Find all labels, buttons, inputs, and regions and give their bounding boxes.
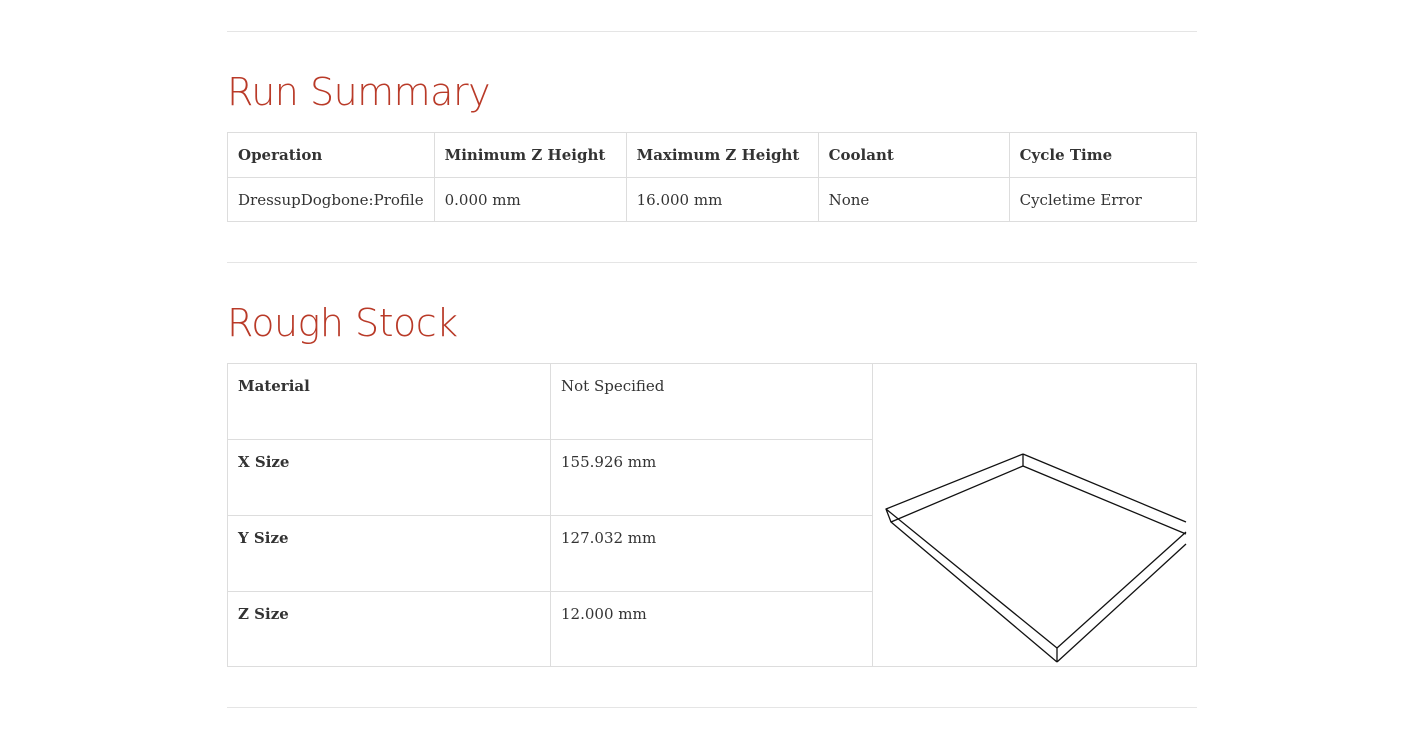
header-coolant: Coolant (817, 132, 1010, 178)
value-x-size: 155.926 mm (550, 439, 873, 516)
label-z-size: Z Size (227, 591, 551, 667)
header-cycle-time: Cycle Time (1008, 132, 1198, 178)
rough-stock-table: Material Not Specified X Size 155.926 mm… (227, 363, 1197, 667)
stock-top-left-edges (885, 453, 1058, 649)
cell-coolant: None (817, 177, 1010, 222)
header-operation: Operation (227, 132, 435, 178)
label-material: Material (227, 363, 551, 440)
value-y-size: 127.032 mm (550, 515, 873, 592)
label-x-size: X Size (227, 439, 551, 516)
stock-bottom-front-edge (1056, 543, 1187, 663)
table-row: DressupDogbone:Profile 0.000 mm 16.000 m… (227, 177, 1198, 222)
cell-max-z: 16.000 mm (625, 177, 819, 222)
table-header-row: Operation Minimum Z Height Maximum Z Hei… (227, 132, 1198, 178)
cell-min-z: 0.000 mm (433, 177, 627, 222)
stock-top-back-edge (1022, 453, 1187, 523)
cell-operation: DressupDogbone:Profile (227, 177, 435, 222)
stock-wireframe-image (885, 453, 1187, 663)
stock-image-cell (872, 363, 1197, 667)
divider-middle (227, 262, 1197, 263)
stock-bottom-back-edge (1022, 465, 1187, 535)
divider-bottom (227, 707, 1197, 708)
stock-top-front-edge (1056, 531, 1187, 649)
divider-top (227, 31, 1197, 32)
rough-stock-heading: Rough Stock (227, 301, 458, 345)
cell-cycle-time: Cycletime Error (1008, 177, 1198, 222)
header-min-z: Minimum Z Height (433, 132, 627, 178)
run-summary-heading: Run Summary (227, 70, 491, 114)
table-row: Material Not Specified (227, 363, 1197, 667)
stock-bottom-left-edges (890, 465, 1058, 663)
header-max-z: Maximum Z Height (625, 132, 819, 178)
value-z-size: 12.000 mm (550, 591, 873, 667)
run-summary-table: Operation Minimum Z Height Maximum Z Hei… (227, 132, 1198, 222)
label-y-size: Y Size (227, 515, 551, 592)
value-material: Not Specified (550, 363, 873, 440)
